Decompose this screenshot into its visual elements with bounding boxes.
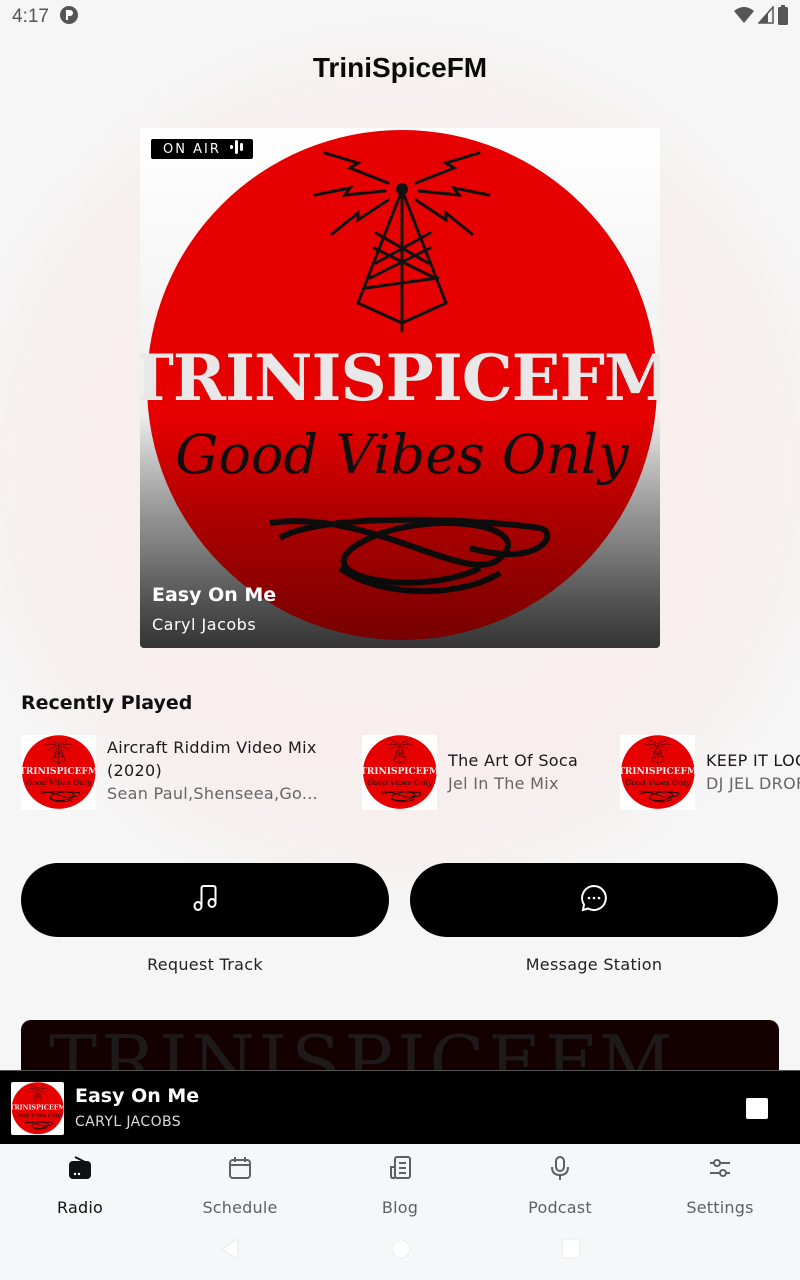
track-title: The Art Of Soca: [448, 751, 579, 770]
bottom-navigation: Radio Schedule Blog Podcast Settings: [0, 1144, 800, 1224]
nav-label-podcast: Podcast: [528, 1198, 592, 1217]
now-playing-artist: Caryl Jacobs: [152, 615, 257, 634]
live-waveform-icon: [229, 140, 245, 158]
track-artist: Jel In The Mix: [448, 774, 559, 793]
nav-label-blog: Blog: [381, 1198, 419, 1217]
track-title: KEEP IT LOC: [706, 751, 800, 770]
track-thumbnail: [21, 735, 96, 810]
system-navigation-bar: [0, 1224, 800, 1280]
app-notification-icon: [59, 5, 79, 30]
cell-signal-icon: [757, 5, 774, 28]
track-artist: DJ JEL DROF: [706, 774, 800, 793]
status-bar: 4:17: [0, 0, 800, 34]
status-time: 4:17: [12, 6, 49, 27]
message-station-button[interactable]: [410, 863, 778, 937]
message-station-label: Message Station: [525, 955, 663, 974]
radio-icon: [67, 1155, 93, 1185]
battery-icon: [778, 5, 788, 29]
recents-icon[interactable]: [561, 1238, 581, 1264]
nav-label-radio: Radio: [57, 1198, 103, 1217]
calendar-icon: [227, 1155, 253, 1185]
request-track-label: Request Track: [147, 955, 263, 974]
nav-item-podcast[interactable]: Podcast: [480, 1144, 640, 1224]
list-item[interactable]: The Art Of Soca Jel In The Mix: [362, 735, 578, 810]
nav-item-radio[interactable]: Radio: [0, 1144, 160, 1224]
newspaper-icon: [387, 1155, 413, 1185]
nav-item-schedule[interactable]: Schedule: [160, 1144, 320, 1224]
nav-item-settings[interactable]: Settings: [640, 1144, 800, 1224]
track-thumbnail: [362, 735, 437, 810]
now-playing-title: Easy On Me: [152, 584, 277, 606]
request-track-button[interactable]: [21, 863, 389, 937]
now-playing-artwork[interactable]: ON AIR Easy On Me Caryl Jacobs: [140, 128, 660, 648]
track-title: Aircraft Riddim Video Mix: [107, 737, 317, 757]
artwork-gradient-overlay: [140, 128, 660, 648]
mini-player-thumbnail: [11, 1082, 64, 1135]
stop-button[interactable]: [746, 1098, 768, 1119]
page-title: TriniSpiceFM: [312, 52, 488, 83]
track-thumbnail: [620, 735, 695, 810]
recently-played-heading: Recently Played: [21, 692, 193, 714]
mini-player[interactable]: Easy On Me CARYL JACOBS: [0, 1070, 800, 1144]
mini-player-title: Easy On Me: [75, 1085, 200, 1107]
on-air-label: ON AIR: [163, 141, 221, 157]
music-note-icon: [190, 883, 220, 917]
microphone-icon: [547, 1155, 573, 1185]
track-title-line2: (2020): [107, 760, 163, 780]
chat-bubble-icon: [579, 883, 609, 917]
mini-player-artist: CARYL JACOBS: [75, 1114, 182, 1130]
wifi-icon: [734, 6, 754, 28]
nav-item-blog[interactable]: Blog: [320, 1144, 480, 1224]
sliders-icon: [707, 1155, 733, 1185]
list-item[interactable]: Aircraft Riddim Video Mix (2020) Sean Pa…: [21, 735, 318, 810]
list-item[interactable]: KEEP IT LOC DJ JEL DROF: [620, 735, 800, 810]
nav-label-settings: Settings: [686, 1198, 754, 1217]
recently-played-list[interactable]: Aircraft Riddim Video Mix (2020) Sean Pa…: [21, 735, 800, 810]
track-artist: Sean Paul,Shenseea,Go...: [107, 783, 318, 803]
back-icon[interactable]: [220, 1238, 240, 1264]
on-air-badge: ON AIR: [151, 139, 253, 159]
nav-label-schedule: Schedule: [202, 1198, 278, 1217]
home-icon[interactable]: [390, 1238, 412, 1264]
